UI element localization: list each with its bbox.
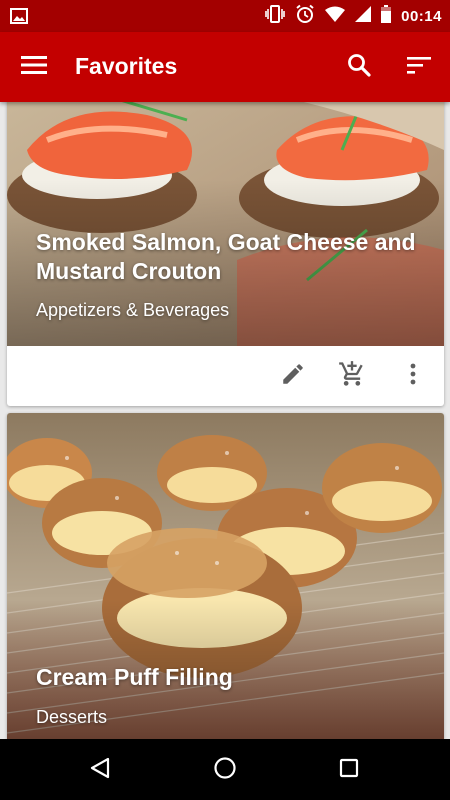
- back-button[interactable]: [82, 754, 118, 786]
- vibrate-icon: [265, 4, 285, 28]
- edit-icon: [280, 361, 306, 392]
- search-button[interactable]: [339, 47, 379, 87]
- recipe-category: Desserts: [36, 707, 108, 727]
- recipe-card[interactable]: Cream Puff Filling Desserts: [7, 413, 444, 739]
- wifi-icon: [325, 6, 346, 27]
- menu-icon: [21, 55, 47, 80]
- app-toolbar: Favorites: [0, 32, 450, 102]
- add-to-cart-button[interactable]: [334, 358, 370, 394]
- battery-icon: [381, 4, 392, 28]
- menu-button[interactable]: [14, 47, 54, 87]
- home-icon: [213, 756, 237, 785]
- status-bar: 00:14: [0, 0, 450, 32]
- page-title: Favorites: [75, 53, 178, 79]
- recipe-list[interactable]: Smoked Salmon, Goat Cheese and Mustard C…: [0, 102, 450, 739]
- sort-button[interactable]: [399, 47, 439, 87]
- signal-icon: [355, 5, 372, 27]
- recipe-title: Smoked Salmon, Goat Cheese and Mustard C…: [36, 229, 416, 284]
- back-icon: [89, 757, 111, 784]
- sort-icon: [407, 55, 431, 80]
- edit-button[interactable]: [275, 358, 311, 394]
- image-icon: [10, 7, 28, 30]
- search-icon: [347, 53, 371, 82]
- alarm-icon: [295, 4, 315, 29]
- recipe-category: Appetizers & Beverages: [36, 300, 230, 320]
- recipe-title: Cream Puff Filling: [36, 664, 233, 690]
- home-button[interactable]: [207, 754, 243, 786]
- card-actions: [7, 346, 444, 406]
- more-options-button[interactable]: [395, 358, 431, 394]
- recipe-card[interactable]: Smoked Salmon, Goat Cheese and Mustard C…: [7, 102, 444, 406]
- recents-button[interactable]: [331, 754, 367, 786]
- add-to-cart-icon: [338, 360, 366, 393]
- system-nav-bar: [0, 739, 450, 800]
- more-vert-icon: [410, 362, 416, 391]
- clock-time: 00:14: [401, 7, 442, 25]
- recents-icon: [338, 757, 360, 784]
